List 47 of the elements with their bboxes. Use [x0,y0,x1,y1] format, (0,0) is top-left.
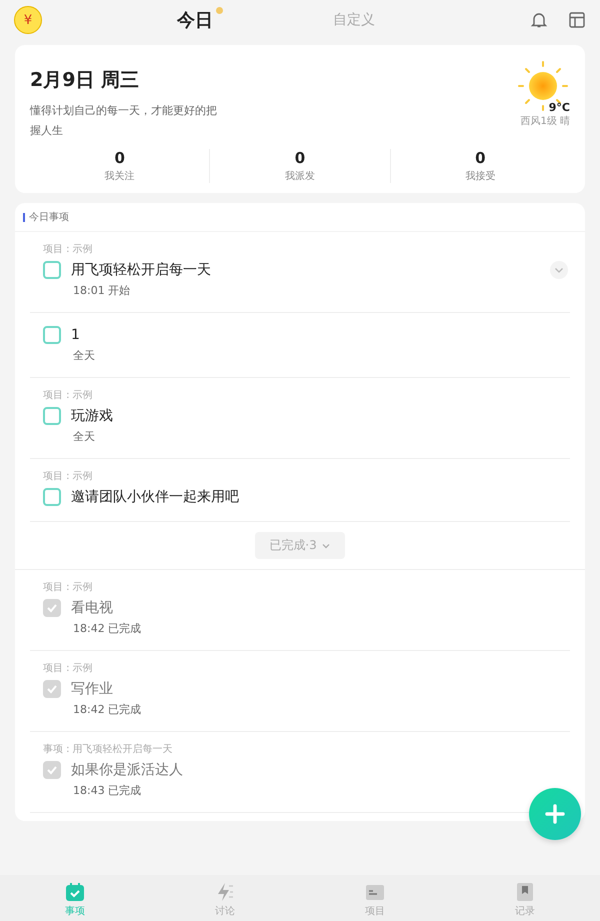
task-title[interactable]: 看电视 [71,599,570,617]
task-title[interactable]: 写作业 [71,680,570,698]
project-label: 项目 : 示例 [43,662,94,676]
task-time: 全天 [73,348,96,364]
task-title[interactable]: 1 [71,327,570,343]
task-time: 18:42 已完成 [73,702,142,718]
project-label: 事项 : 用飞项轻松开启每一天 [43,742,174,757]
chevron-down-icon[interactable] [550,261,568,279]
bookmark-icon [514,881,536,903]
add-button[interactable] [529,788,581,840]
weather-text: 西风1级 晴 [520,114,570,128]
layout-icon[interactable] [568,11,586,29]
task-time: 18:43 已完成 [73,783,142,799]
checkbox[interactable] [43,261,61,279]
task-time: 全天 [73,429,96,445]
checkbox[interactable] [43,326,61,344]
tab[interactable]: 今日 [177,5,223,35]
stat-label: 我关注 [104,170,135,183]
date-heading: 2月9日 周三 [30,68,140,93]
task-time: 18:42 已完成 [73,621,142,637]
sun-icon [516,59,570,113]
temperature-text: 9°C [548,101,570,114]
stat-value: 0 [294,149,306,167]
checkbox[interactable] [43,488,61,506]
checkbox[interactable] [43,407,61,425]
stat-value: 0 [114,149,125,167]
task-title[interactable]: 用飞项轻松开启每一天 [71,261,540,279]
motto-text: 懂得计划自己的每一天，才能更好的把握人生 [30,103,218,139]
checkbox[interactable] [43,680,61,698]
stat-label: 我派发 [284,170,315,183]
coin-icon[interactable]: ¥ [14,6,42,34]
stat-label: 我接受 [465,170,496,183]
calendar-icon [64,881,86,903]
project-label: 项目 : 示例 [43,243,94,257]
task-title[interactable]: 邀请团队小伙伴一起来用吧 [71,488,570,506]
task-title[interactable]: 玩游戏 [71,407,570,425]
checkbox[interactable] [43,761,61,779]
project-label: 项目 : 示例 [43,389,94,403]
checkbox[interactable] [43,599,61,617]
stat-value: 0 [475,149,486,167]
plus-icon [544,803,566,825]
section-title: 今日事项 [29,210,69,224]
task-time: 18:01 开始 [73,283,132,299]
project-label: 项目 : 示例 [43,581,94,595]
bell-icon[interactable] [530,11,548,29]
task-title[interactable]: 如果你是派活达人 [71,761,570,779]
project-label: 项目 : 示例 [43,470,94,484]
